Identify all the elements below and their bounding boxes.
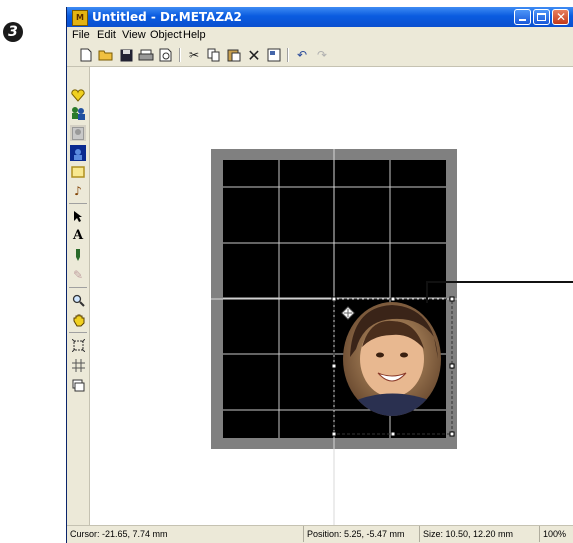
toolbox: ♪ A ✎ [67,67,90,529]
window-title: Untitled - Dr.METAZA2 [92,10,242,24]
toolbar: ✂ ✕ ↶ ↷ [67,44,573,67]
step-number-badge: 3 [3,22,23,42]
redo-icon[interactable]: ↷ [313,46,331,64]
status-position: Position: 5.25, -5.47 mm [303,526,419,542]
callout-leader [426,281,428,303]
layers-icon[interactable] [70,377,86,393]
rectangle-icon[interactable] [70,164,86,180]
text-tool-icon[interactable]: A [70,227,86,243]
delete-icon[interactable]: ✕ [245,46,263,65]
status-zoom: 100% [539,526,573,542]
new-file-icon[interactable] [77,46,95,64]
hand-icon[interactable] [70,312,86,328]
heart-shape-icon[interactable] [70,87,86,103]
properties-icon[interactable] [265,46,283,64]
menu-object[interactable]: Object [150,29,182,41]
people-icon[interactable] [70,105,86,121]
music-note-icon[interactable]: ♪ [70,183,86,199]
select-arrow-icon[interactable] [70,208,86,224]
paste-icon[interactable] [225,46,243,64]
portrait-icon[interactable] [70,125,86,141]
callout-line [426,281,573,283]
print-preview-icon[interactable] [157,46,175,64]
cut-icon[interactable]: ✂ [185,46,203,64]
copy-icon[interactable] [205,46,223,64]
app-logo-icon: M [72,10,88,26]
close-icon: ✕ [556,10,567,24]
close-button[interactable]: ✕ [552,9,569,25]
fit-icon[interactable] [70,337,86,353]
menu-help[interactable]: Help [183,29,206,41]
maximize-button[interactable] [533,9,550,25]
open-folder-icon[interactable] [97,46,115,64]
status-bar: Cursor: -21.65, 7.74 mm Position: 5.25, … [67,525,573,543]
grid-icon[interactable] [70,357,86,373]
app-window: M Untitled - Dr.METAZA2 ✕ File Edit View… [66,7,573,543]
canvas-area[interactable] [90,67,573,526]
minimize-button[interactable] [514,9,531,25]
title-bar: M Untitled - Dr.METAZA2 ✕ [67,7,573,27]
print-icon[interactable] [137,46,155,64]
status-cursor: Cursor: -21.65, 7.74 mm [70,529,168,539]
save-icon[interactable] [117,46,135,64]
eyedropper-icon[interactable]: ✎ [70,267,86,283]
menu-view[interactable]: View [122,29,146,41]
zoom-icon[interactable] [70,292,86,308]
status-size: Size: 10.50, 12.20 mm [419,526,535,542]
undo-icon[interactable]: ↶ [293,46,311,64]
menu-file[interactable]: File [72,29,90,41]
portrait-selected-icon[interactable] [70,145,86,161]
pen-icon[interactable] [70,247,86,263]
menu-edit[interactable]: Edit [97,29,116,41]
menu-bar: File Edit View Object Help [67,27,573,43]
